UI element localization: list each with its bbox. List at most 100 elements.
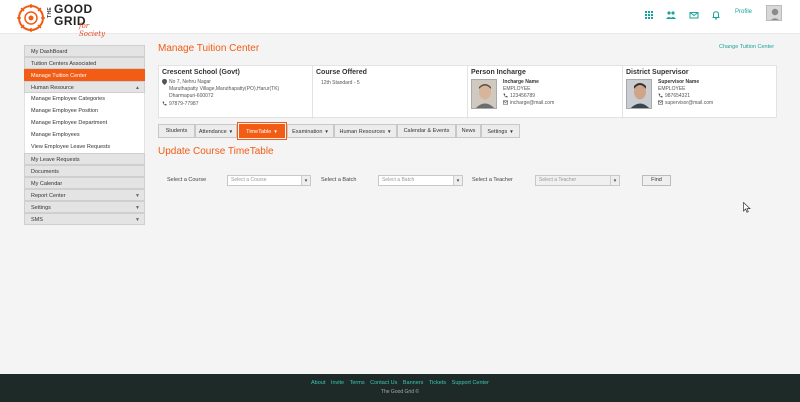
sidebar-item-human-resource[interactable]: Human Resource ▲ (24, 81, 145, 93)
footer-link-invite[interactable]: Invite (331, 380, 344, 386)
teacher-select[interactable]: Select a Teacher ▼ (535, 175, 620, 186)
batch-select-value: Select a Batch (382, 177, 415, 183)
sidebar-item-manage-employee-position[interactable]: Manage Employee Position (24, 105, 145, 117)
course-value: 12th Standard - 5 (321, 80, 360, 86)
footer-link-about[interactable]: About (311, 380, 325, 386)
sidebar-item-sms[interactable]: SMS ▼ (24, 213, 145, 225)
page-title: Manage Tuition Center (158, 43, 260, 54)
logo-icon[interactable] (16, 3, 46, 33)
user-avatar-icon (770, 8, 780, 20)
sidebar-item-label: My Leave Requests (31, 157, 80, 163)
school-address-line1: No 7, Nehru Nagar (169, 79, 211, 85)
sidebar-item-documents[interactable]: Documents (24, 165, 145, 177)
section-title: Update Course TimeTable (158, 146, 274, 157)
bell-icon[interactable] (710, 9, 722, 21)
sidebar-item-settings[interactable]: Settings ▼ (24, 201, 145, 213)
person-portrait-icon (627, 80, 651, 108)
email-icon (658, 100, 663, 105)
school-name: Crescent School (Govt) (162, 69, 240, 76)
course-info: Course Offered 12th Standard - 5 (313, 66, 468, 119)
change-tuition-center-link[interactable]: Change Tuition Center (719, 44, 774, 50)
brand-the: THE (47, 7, 53, 18)
sidebar-item-label: My DashBoard (31, 49, 68, 55)
footer-link-banners[interactable]: Banners (403, 380, 424, 386)
sidebar-item-label: SMS (31, 217, 43, 223)
supervisor-heading: District Supervisor (626, 69, 689, 76)
avatar[interactable] (766, 5, 782, 21)
grid-icon[interactable] (643, 9, 655, 21)
teacher-filter-label: Select a Teacher (472, 177, 513, 183)
incharge-email: incharge@mail.com (510, 100, 555, 106)
map-pin-icon (162, 79, 167, 85)
sidebar-item-label: Settings (31, 205, 51, 211)
tab-label: TimeTable (246, 129, 272, 135)
sidebar-item-manage-employee-department[interactable]: Manage Employee Department (24, 117, 145, 129)
tab-timetable[interactable]: TimeTable ▼ (236, 121, 288, 141)
phone-icon (658, 93, 663, 98)
footer-link-contact[interactable]: Contact Us (370, 380, 397, 386)
sidebar-item-my-calendar[interactable]: My Calendar (24, 177, 145, 189)
tab-label: Calendar & Events (403, 128, 450, 134)
tab-attendance[interactable]: Attendance ▼ (195, 124, 237, 138)
sidebar-item-tuition-centers-associated[interactable]: Tuition Centers Associated (24, 57, 145, 69)
incharge-role: EMPLOYEE (503, 86, 531, 92)
footer-link-tickets[interactable]: Tickets (429, 380, 446, 386)
tab-settings[interactable]: Settings ▼ (481, 124, 520, 138)
supervisor-info: District Supervisor Supervisor Name EMPL… (623, 66, 778, 119)
chevron-down-icon: ▼ (135, 217, 140, 223)
chevron-down-icon: ▼ (453, 176, 462, 185)
supervisor-role: EMPLOYEE (658, 86, 686, 92)
brand-tagline: for Society (79, 22, 106, 38)
person-portrait-icon (472, 80, 496, 108)
tab-students[interactable]: Students (158, 124, 195, 138)
sidebar-item-label: My Calendar (31, 181, 63, 187)
email-icon (503, 100, 508, 105)
phone-icon (162, 101, 167, 106)
caret-down-icon: ▼ (387, 129, 392, 134)
sidebar-item-manage-tuition-center[interactable]: Manage Tuition Center (24, 69, 145, 81)
tab-human-resources[interactable]: Human Resources ▼ (334, 124, 397, 138)
sidebar-item-label: Human Resource (31, 85, 74, 91)
sidebar-item-manage-employee-categories[interactable]: Manage Employee Categories (24, 93, 145, 105)
tab-news[interactable]: News (456, 124, 481, 138)
sidebar-item-label: Tuition Centers Associated (31, 61, 97, 67)
footer-copyright: The Good Grid © (380, 389, 420, 395)
incharge-heading: Person Incharge (471, 69, 526, 76)
sidebar-item-label: Manage Employee Position (31, 108, 98, 114)
supervisor-email: supervisor@mail.com (665, 100, 714, 106)
caret-down-icon: ▼ (509, 129, 514, 134)
school-address-line2: Maruthapatty Village,Maruthapatty(PO),Ha… (169, 86, 280, 92)
mail-icon[interactable] (688, 9, 700, 21)
footer-link-support[interactable]: Support Center (452, 380, 489, 386)
tab-calendar-events[interactable]: Calendar & Events (397, 124, 456, 138)
sidebar-item-report-center[interactable]: Report Center ▼ (24, 189, 145, 201)
course-select-value: Select a Course (231, 177, 267, 183)
sidebar-item-view-employee-leave-requests[interactable]: View Employee Leave Requests (24, 141, 145, 153)
page-footer: About Invite Terms Contact Us Banners Ti… (0, 374, 800, 402)
supervisor-photo (626, 79, 652, 109)
tab-label: Human Resources (339, 129, 386, 135)
caret-down-icon: ▼ (273, 129, 278, 134)
sidebar-item-my-dashboard[interactable]: My DashBoard (24, 45, 145, 57)
tab-label: Attendance (198, 129, 227, 135)
sidebar-item-manage-employees[interactable]: Manage Employees (24, 129, 145, 141)
school-address-line3: Dharmapuri-600072 (169, 93, 214, 99)
find-button[interactable]: Find (642, 175, 671, 186)
brand-logo[interactable]: THE GOOD GRID for Society (47, 3, 117, 38)
tab-label: News (461, 128, 476, 134)
batch-select[interactable]: Select a Batch ▼ (378, 175, 463, 186)
supervisor-name: Supervisor Name (658, 79, 700, 85)
tab-label: Students (165, 128, 188, 134)
footer-link-terms[interactable]: Terms (350, 380, 365, 386)
profile-link[interactable]: Profile (735, 9, 752, 15)
course-select[interactable]: Select a Course ▼ (227, 175, 311, 186)
sidebar-item-label: Manage Employees (31, 132, 80, 138)
batch-filter-label: Select a Batch (321, 177, 357, 183)
sidebar-item-label: Report Center (31, 193, 66, 199)
supervisor-phone: 987654321 (665, 93, 691, 99)
center-info-panel: Crescent School (Govt) No 7, Nehru Nagar… (158, 65, 778, 119)
tab-examination[interactable]: Examination ▼ (287, 124, 334, 138)
sidebar-item-label: Manage Tuition Center (31, 73, 87, 79)
users-icon[interactable] (665, 9, 677, 21)
sidebar-item-my-leave-requests[interactable]: My Leave Requests (24, 153, 145, 165)
